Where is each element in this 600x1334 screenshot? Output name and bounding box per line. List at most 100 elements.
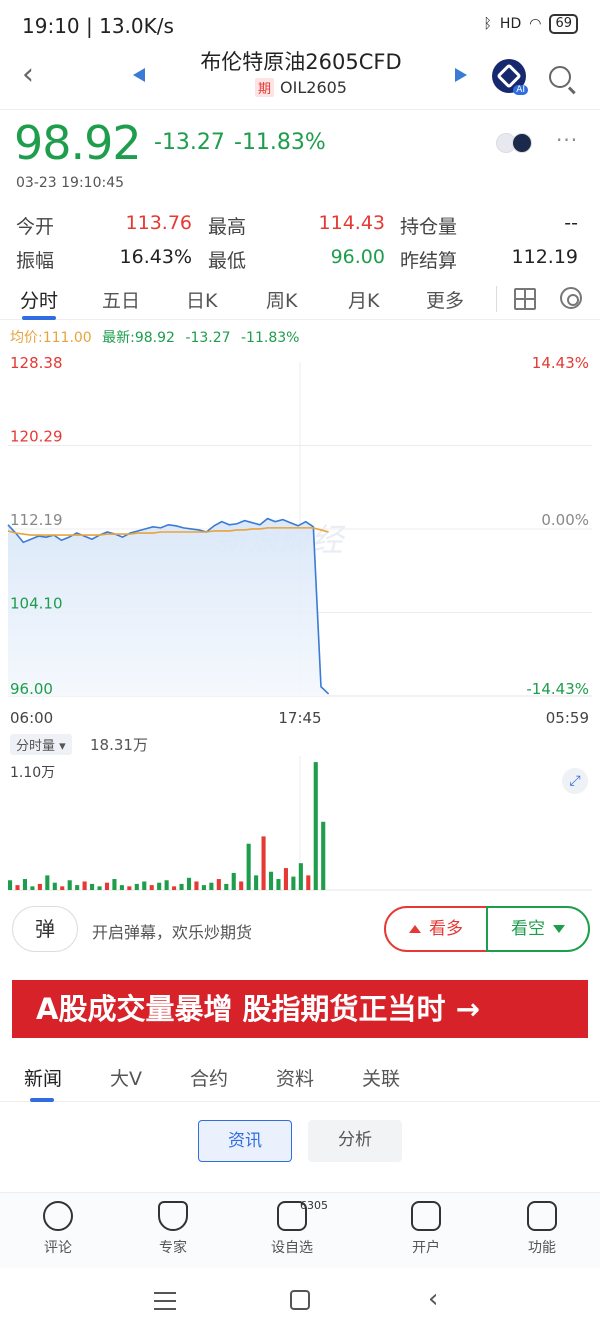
avatars[interactable] [496,133,532,153]
volume-bar [112,879,117,890]
tab-news[interactable]: 新闻 [24,1064,62,1091]
volume-bar [90,883,95,890]
tab-info[interactable]: 资料 [276,1064,314,1091]
system-back-icon[interactable]: ‹ [428,1284,438,1314]
volume-bar [186,877,192,890]
volume-total: 18.31万 [90,736,148,754]
volume-selector[interactable]: 分时量 ▾ [10,734,72,755]
volume-bar [313,762,318,890]
volume-bar [149,885,154,890]
subtab-analysis[interactable]: 分析 [308,1120,402,1162]
ai-assistant-icon[interactable]: AI [492,59,528,95]
volume-bar [37,883,42,890]
settings-icon[interactable] [560,287,582,309]
legend-avg: 均价:111.00 [10,330,92,346]
danmu-toggle-button[interactable]: 弹 [12,906,78,952]
stat-value: 113.76 [125,212,192,234]
volume-bar [298,863,303,890]
page-title: 布伦特原油2605CFD [200,50,402,74]
volume-bar [246,843,251,890]
subtab-news[interactable]: 资讯 [198,1120,292,1162]
ad-banner[interactable]: A股成交量暴增 股指期货正当时 → [12,980,588,1038]
intraday-chart[interactable]: 新浪财经128.38120.29112.19104.1096.0014.43%0… [0,346,600,730]
nav-functions[interactable]: 功能 [502,1201,582,1257]
volume-bar [119,885,124,890]
layout-grid-icon[interactable] [514,288,536,310]
bullish-label: 看多 [429,919,463,939]
x-tick: 05:59 [546,709,589,727]
futures-tag: 期 [255,78,275,97]
nav-label: 功能 [528,1240,556,1256]
tab-intraday[interactable]: 分时 [20,286,58,313]
volume-bar [231,872,236,890]
volume-bar [45,875,50,890]
bearish-label: 看空 [511,919,545,939]
volume-bar [30,886,35,890]
more-icon[interactable]: ··· [556,128,578,152]
volume-bar [194,881,199,890]
menu-icon [527,1201,557,1231]
volume-label: 分时量 [16,739,56,754]
volume-bar [164,880,169,890]
next-contract-icon[interactable] [455,68,467,82]
home-icon[interactable] [290,1290,310,1310]
volume-bar [104,882,110,890]
last-price: 98.92 [14,116,142,170]
y-tick-right: -14.43% [526,680,589,698]
volume-bar [276,879,281,890]
y-tick-left: 120.29 [10,428,63,446]
nav-label: 设自选 [271,1240,313,1256]
nav-open-account[interactable]: 开户 [386,1201,466,1257]
volume-bar [157,882,162,890]
stat-label: 今开 [16,216,55,238]
back-icon[interactable]: ‹ [22,60,48,92]
tab-contract[interactable]: 合约 [190,1064,228,1091]
volume-bar [134,883,139,890]
prev-contract-icon[interactable] [133,68,145,82]
tab-related[interactable]: 关联 [362,1064,400,1091]
y-tick-left: 104.10 [10,595,63,613]
status-icons: ᛒ HD ◠ 69 [484,14,578,34]
contract-code: OIL2605 [280,78,347,97]
volume-bar [52,882,57,890]
tab-underline [22,316,56,320]
favorite-count-badge: 6305 [300,1199,328,1212]
volume-bar [127,886,132,890]
comment-icon [43,1201,73,1231]
tab-more[interactable]: 更多 [426,286,464,313]
volume-bar [201,885,206,890]
nav-label: 专家 [159,1240,187,1256]
top-nav: ‹ 布伦特原油2605CFD 期 OIL2605 AI [0,44,600,110]
bearish-button[interactable]: 看空 [486,906,590,952]
legend-latest: 最新:98.92 [102,330,175,346]
expert-icon [158,1201,188,1231]
recent-apps-icon[interactable] [154,1292,176,1310]
stat-value: 112.19 [511,246,578,268]
volume-bar [179,883,184,890]
volume-bar [67,880,72,890]
stat-label: 持仓量 [400,216,458,238]
volume-bar [22,879,28,890]
tab-monthly-k[interactable]: 月K [348,286,379,313]
quote-timestamp: 03-23 19:10:45 [16,175,125,191]
stat-label: 最低 [208,250,247,272]
tab-daily-k[interactable]: 日K [186,286,217,313]
nav-expert[interactable]: 专家 [133,1201,213,1257]
volume-bar [261,836,266,890]
stat-value: 16.43% [119,246,192,268]
volume-bar [8,880,13,890]
tab-weekly-k[interactable]: 周K [266,286,297,313]
tab-bigv[interactable]: 大V [110,1064,142,1091]
down-arrow-icon [553,925,565,933]
volume-bar [254,875,259,890]
wifi-icon: ◠ [529,16,542,32]
bullish-button[interactable]: 看多 [384,906,488,952]
danmu-bar: 弹 开启弹幕，欢乐炒期货 看多 看空 [0,898,600,962]
tab-five-day[interactable]: 五日 [102,286,140,313]
stat-value: -- [564,212,578,234]
search-icon[interactable] [549,66,571,88]
chart-tabs: 分时 五日 日K 周K 月K 更多 [0,278,600,320]
nav-label: 开户 [412,1240,440,1256]
y-tick-left: 128.38 [10,354,63,372]
nav-comment[interactable]: 评论 [18,1201,98,1257]
